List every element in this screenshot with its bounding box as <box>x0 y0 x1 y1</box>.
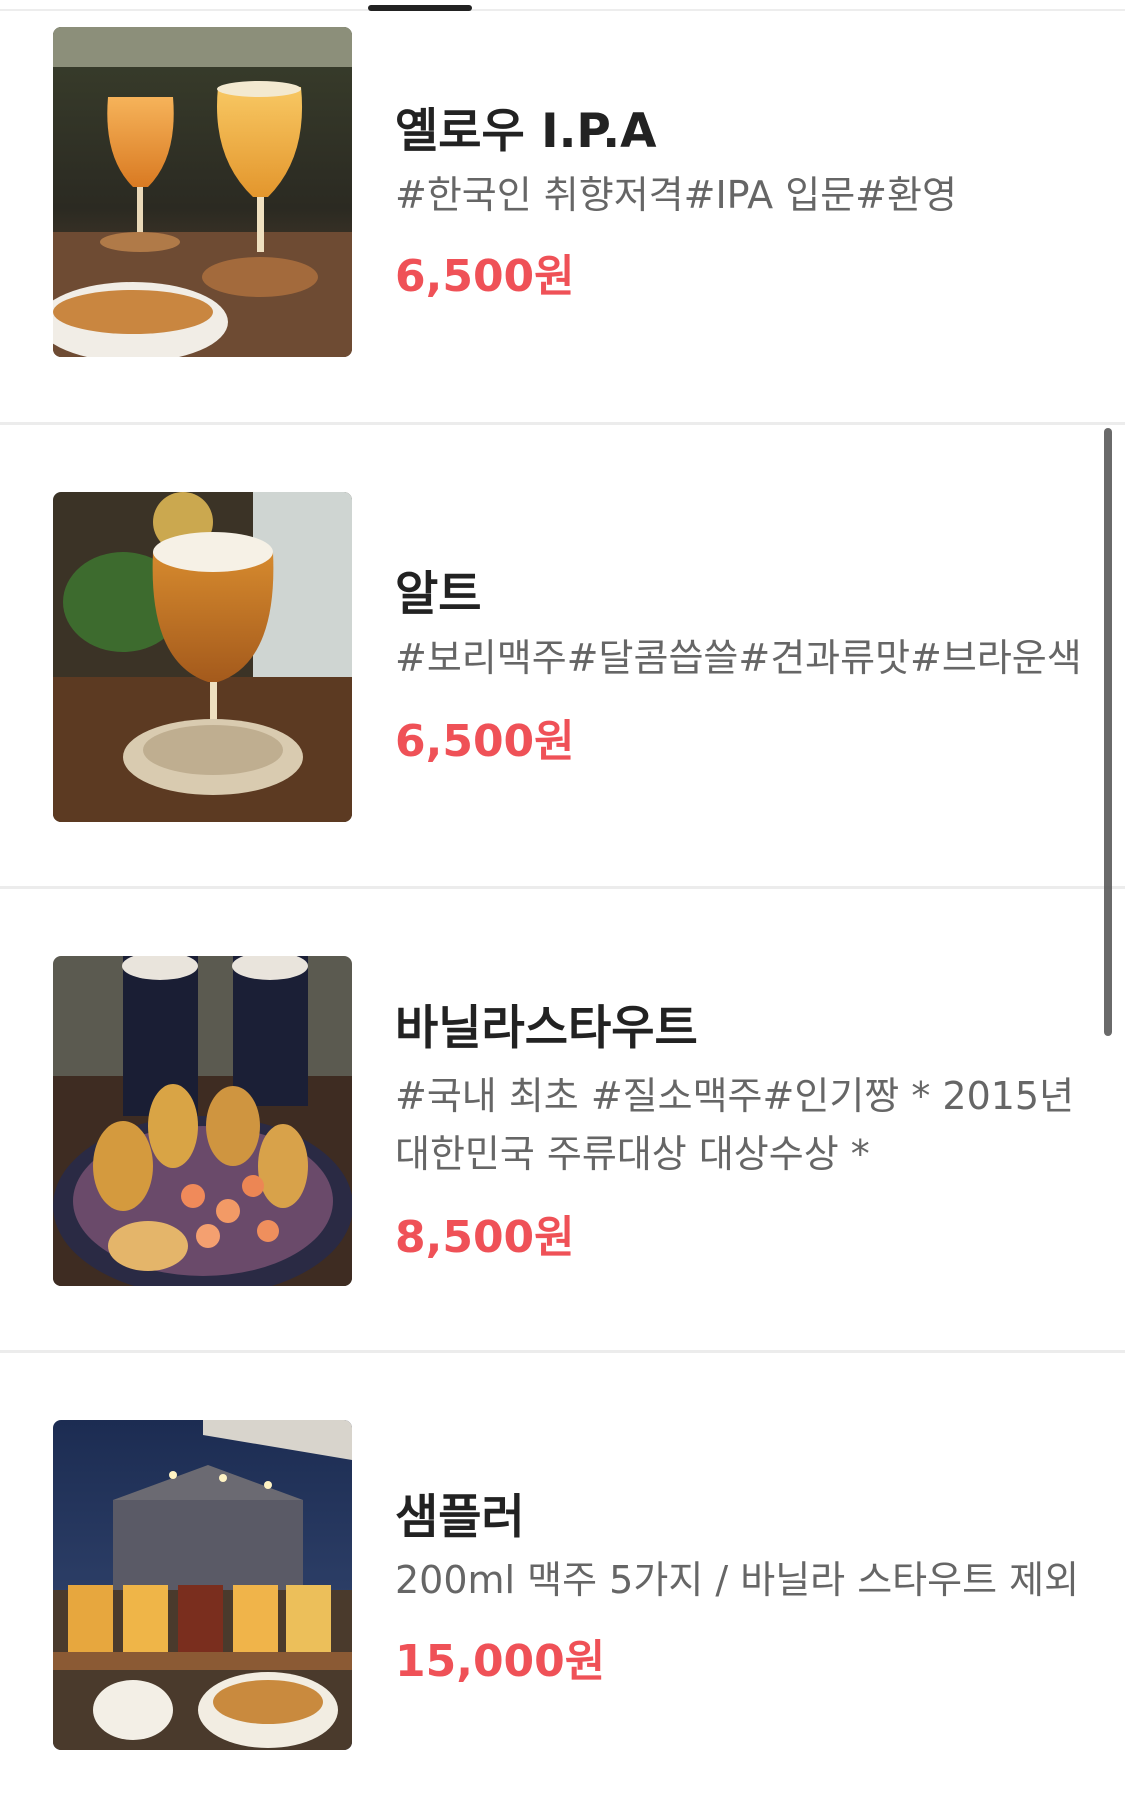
menu-item-photo[interactable] <box>53 1420 352 1750</box>
scrollbar[interactable] <box>1104 428 1112 1036</box>
menu-item-price: 6,500원 <box>395 716 575 767</box>
menu-item-tags: #국내 최초 #질소맥주#인기짱 * 2015년 대한민국 주류대상 대상수상 … <box>395 1074 1075 1176</box>
yellow-ipa-photo <box>53 27 352 357</box>
menu-item-price: 15,000원 <box>395 1636 606 1687</box>
sampler-photo <box>53 1420 352 1750</box>
menu-list: 옐로우 I.P.A #한국인 취향저격#IPA 입문#환영 6,500원 알트 … <box>0 0 1125 1796</box>
menu-item-price: 6,500원 <box>395 251 575 302</box>
menu-item-sampler[interactable]: 샘플러 200ml 맥주 5가지 / 바닐라 스타우트 제외 15,000원 <box>0 1353 1125 1796</box>
menu-item-name: 옐로우 I.P.A <box>395 104 657 159</box>
menu-item-tags: #한국인 취향저격#IPA 입문#환영 <box>395 173 957 217</box>
menu-item-name: 샘플러 <box>395 1490 525 1545</box>
menu-item-name: 바닐라스타우트 <box>395 1001 698 1056</box>
menu-item-alt[interactable]: 알트 #보리맥주#달콤씁쓸#견과류맛#브라운색 6,500원 <box>0 425 1125 889</box>
menu-item-photo[interactable] <box>53 956 352 1286</box>
vanilla-stout-photo <box>53 956 352 1286</box>
menu-item-photo[interactable] <box>53 492 352 822</box>
menu-item-tags: 200ml 맥주 5가지 / 바닐라 스타우트 제외 <box>395 1558 1080 1602</box>
menu-item-yellow-ipa[interactable]: 옐로우 I.P.A #한국인 취향저격#IPA 입문#환영 6,500원 <box>0 0 1125 425</box>
menu-item-name: 알트 <box>395 567 482 622</box>
menu-item-vanilla-stout[interactable]: 바닐라스타우트 #국내 최초 #질소맥주#인기짱 * 2015년 대한민국 주류… <box>0 889 1125 1353</box>
menu-item-price: 8,500원 <box>395 1212 575 1263</box>
alt-beer-photo <box>53 492 352 822</box>
menu-item-tags: #보리맥주#달콤씁쓸#견과류맛#브라운색 <box>395 636 1082 680</box>
menu-item-photo[interactable] <box>53 27 352 357</box>
